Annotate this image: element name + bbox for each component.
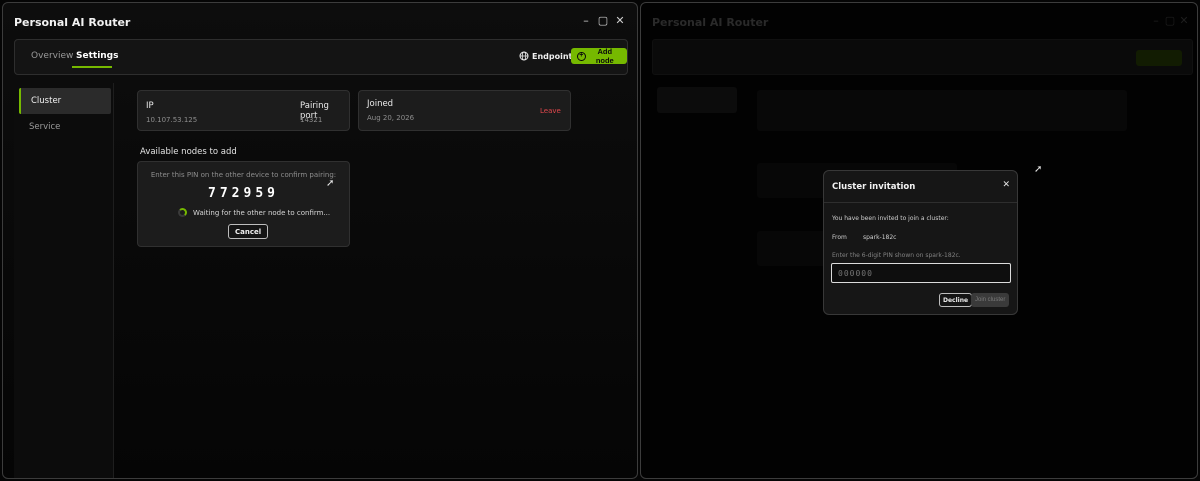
invitation-text: You have been invited to join a cluster: bbox=[832, 215, 949, 222]
plus-circle-icon: + bbox=[577, 51, 586, 61]
pin-instruction: Enter this PIN on the other device to co… bbox=[150, 171, 337, 179]
app-title: Personal AI Router bbox=[14, 16, 131, 29]
title-bar: Personal AI Router – ▢ ✕ bbox=[3, 3, 637, 39]
decline-button[interactable]: Decline bbox=[939, 293, 973, 307]
minimize-icon[interactable]: – bbox=[1149, 14, 1163, 27]
joined-date: Aug 20, 2026 bbox=[367, 114, 415, 122]
top-nav-bar: Overview Settings Endpoints + Add node bbox=[14, 39, 628, 75]
pin-input[interactable] bbox=[831, 263, 1011, 283]
close-icon[interactable]: ✕ bbox=[1177, 14, 1191, 27]
pairing-card: Enter this PIN on the other device to co… bbox=[137, 161, 350, 247]
active-tab-indicator bbox=[72, 66, 112, 68]
dialog-divider bbox=[824, 202, 1017, 203]
globe-icon bbox=[519, 51, 529, 61]
joined-label: Joined bbox=[367, 99, 394, 109]
mouse-cursor-icon: ➚ bbox=[1034, 164, 1043, 175]
cancel-button[interactable]: Cancel bbox=[228, 224, 269, 239]
add-node-label: Add node bbox=[595, 47, 614, 65]
tab-overview[interactable]: Overview bbox=[31, 51, 73, 61]
pin-instruction: Enter the 6-digit PIN shown on spark-182… bbox=[832, 252, 961, 259]
ip-label: IP bbox=[146, 101, 154, 111]
add-node-button[interactable]: + Add node bbox=[571, 47, 627, 65]
from-label: From bbox=[832, 234, 847, 241]
ip-value: 10.107.53.125 bbox=[146, 116, 198, 124]
tab-settings[interactable]: Settings bbox=[76, 51, 118, 61]
leave-button[interactable]: Leave bbox=[540, 107, 561, 115]
pairing-pin: 772959 bbox=[208, 186, 279, 201]
maximize-icon[interactable]: ▢ bbox=[596, 14, 610, 27]
screen: Personal AI Router – ▢ ✕ Overview Settin… bbox=[0, 0, 1200, 481]
endpoints-button[interactable]: Endpoints bbox=[519, 51, 577, 61]
dialog-title: Cluster invitation bbox=[832, 182, 916, 192]
mouse-cursor-icon: ➚ bbox=[326, 178, 335, 189]
from-value: spark-182c bbox=[863, 234, 897, 241]
maximize-icon[interactable]: ▢ bbox=[1163, 14, 1177, 27]
join-cluster-button[interactable]: Join cluster bbox=[971, 293, 1010, 307]
node-info-card: IP 10.107.53.125 Pairing port 14321 bbox=[137, 90, 350, 131]
spinner-icon bbox=[178, 208, 187, 217]
sidebar: Cluster Service bbox=[14, 83, 114, 478]
dimmed-add-node bbox=[1136, 50, 1182, 66]
dimmed-top-nav bbox=[652, 39, 1193, 75]
close-icon[interactable]: ✕ bbox=[1002, 180, 1010, 190]
app-title: Personal AI Router bbox=[652, 16, 769, 29]
router-window-right: Personal AI Router – ▢ ✕ ➚ Cluster invit… bbox=[640, 2, 1198, 479]
available-nodes-heading: Available nodes to add bbox=[140, 147, 237, 157]
dimmed-card bbox=[757, 90, 1127, 131]
sidebar-item-service[interactable]: Service bbox=[19, 114, 111, 140]
close-icon[interactable]: ✕ bbox=[613, 14, 627, 27]
pairing-port-value: 14321 bbox=[300, 116, 323, 124]
cluster-invitation-dialog: Cluster invitation ✕ You have been invit… bbox=[823, 170, 1018, 315]
waiting-status: Waiting for the other node to confirm... bbox=[178, 208, 330, 217]
joined-card: Joined Aug 20, 2026 Leave bbox=[358, 90, 571, 131]
minimize-icon[interactable]: – bbox=[579, 14, 593, 27]
sidebar-item-cluster[interactable]: Cluster bbox=[19, 88, 111, 114]
dimmed-sidebar-active bbox=[657, 87, 737, 113]
waiting-text: Waiting for the other node to confirm... bbox=[193, 208, 331, 217]
router-window-left: Personal AI Router – ▢ ✕ Overview Settin… bbox=[2, 2, 638, 479]
